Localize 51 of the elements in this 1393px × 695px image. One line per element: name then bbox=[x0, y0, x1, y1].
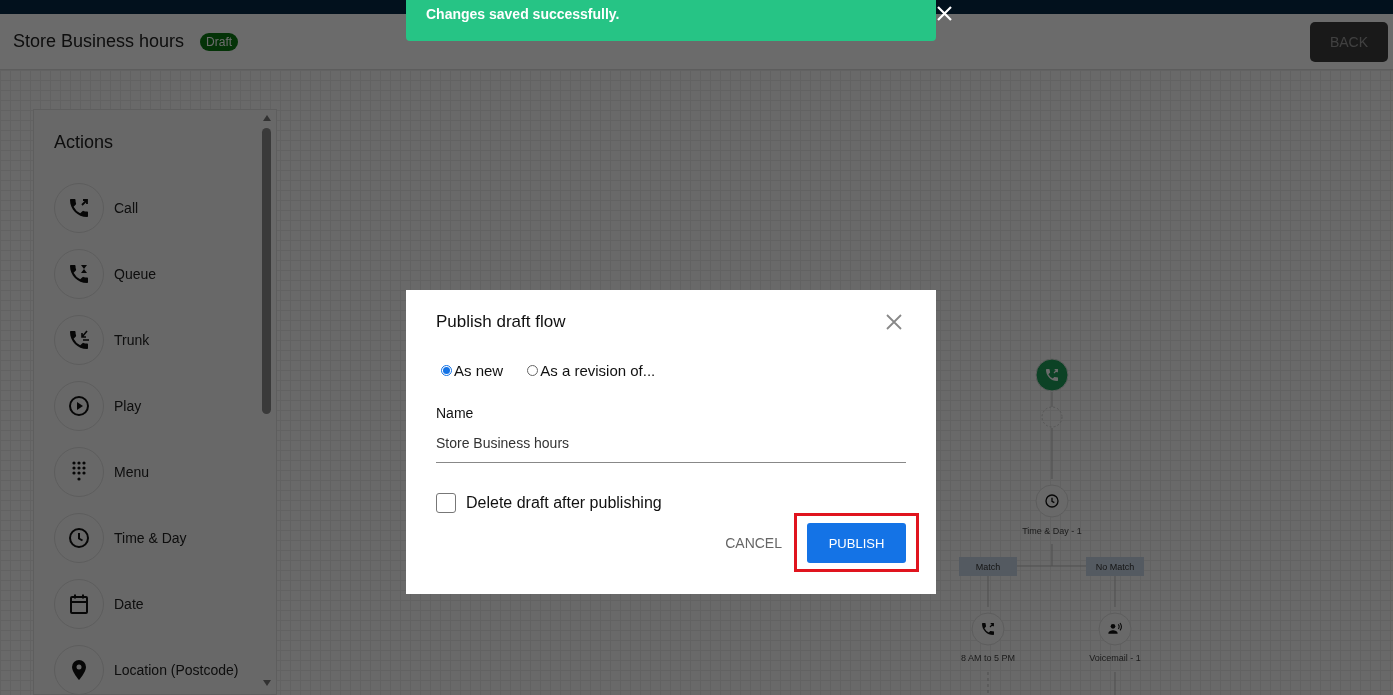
flow-node[interactable] bbox=[1098, 612, 1132, 646]
field-label: Name bbox=[436, 405, 475, 421]
action-button[interactable] bbox=[54, 381, 104, 431]
radio-option[interactable]: As new bbox=[441, 362, 504, 379]
start-node[interactable] bbox=[1035, 358, 1069, 392]
calendar-icon bbox=[67, 592, 91, 616]
clock-icon bbox=[1046, 495, 1058, 507]
action-label: Date bbox=[114, 596, 144, 612]
action-button[interactable] bbox=[54, 249, 104, 299]
action-button[interactable] bbox=[54, 513, 104, 563]
branch-label: Match bbox=[959, 557, 1017, 576]
phone-icon bbox=[1046, 369, 1058, 381]
flow-node[interactable] bbox=[1035, 484, 1069, 518]
person-speaking-icon bbox=[1108, 623, 1122, 634]
checkbox[interactable] bbox=[436, 493, 456, 513]
draft-badge: Draft bbox=[200, 32, 239, 51]
clock-icon bbox=[67, 526, 91, 550]
action-button[interactable] bbox=[54, 447, 104, 497]
phone-icon bbox=[67, 196, 91, 220]
action-button[interactable] bbox=[54, 579, 104, 629]
action-label: Menu bbox=[114, 464, 150, 480]
scroll-up-icon[interactable] bbox=[263, 115, 271, 121]
toast-message: Changes saved successfully. bbox=[426, 6, 620, 22]
action-button[interactable] bbox=[54, 645, 104, 695]
action-label: Play bbox=[114, 398, 142, 414]
scrollbar-thumb[interactable] bbox=[262, 128, 271, 414]
action-label: Location (Postcode) bbox=[114, 662, 239, 678]
name-field[interactable]: Store Business hours bbox=[436, 435, 906, 463]
cancel-button[interactable]: CANCEL bbox=[719, 528, 788, 557]
node-label: 8 AM to 5 PM bbox=[961, 653, 1015, 663]
checkbox-label: Delete draft after publishing bbox=[466, 494, 662, 512]
action-label: Call bbox=[114, 200, 139, 216]
phone-icon bbox=[67, 262, 91, 286]
publish-button[interactable]: PUBLISH bbox=[807, 523, 906, 563]
dialog-title: Publish draft flow bbox=[436, 312, 566, 332]
phone-icon bbox=[982, 623, 994, 635]
action-label: Queue bbox=[114, 266, 157, 282]
play-icon bbox=[67, 394, 91, 418]
panel-title: Actions bbox=[54, 132, 115, 153]
radio-option[interactable]: As a revision of... bbox=[527, 362, 656, 379]
flow-node[interactable] bbox=[971, 612, 1005, 646]
scroll-down-icon[interactable] bbox=[263, 680, 271, 686]
action-label: Trunk bbox=[114, 332, 150, 348]
action-label: Time & Day bbox=[114, 530, 187, 546]
node-label: Voicemail - 1 bbox=[1089, 653, 1141, 663]
action-button[interactable] bbox=[54, 183, 104, 233]
phone-icon bbox=[67, 328, 91, 352]
node-label: Time & Day - 1 bbox=[1022, 526, 1082, 536]
flow-title: Store Business hours bbox=[13, 31, 185, 52]
action-button[interactable] bbox=[54, 315, 104, 365]
branch-label: No Match bbox=[1086, 557, 1144, 576]
